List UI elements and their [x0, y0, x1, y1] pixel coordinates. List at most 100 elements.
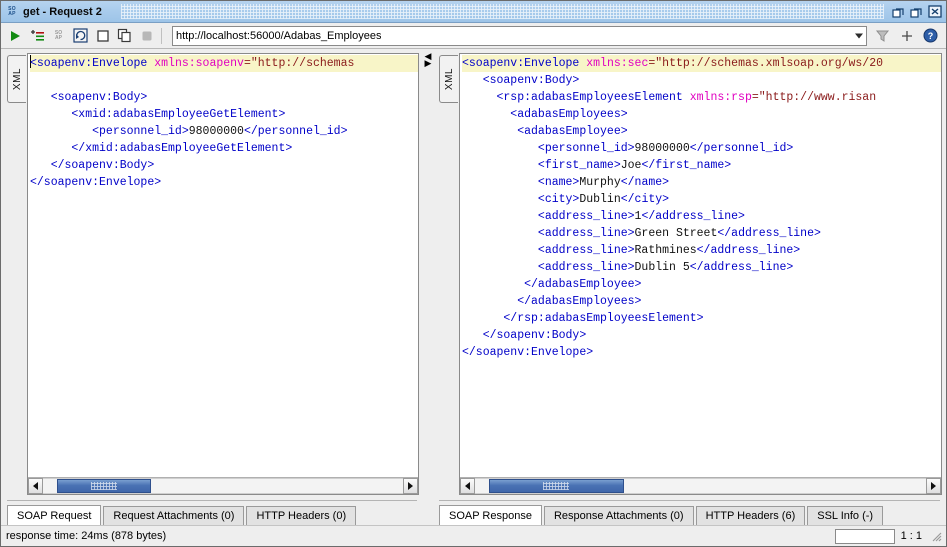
- code-token: </address_line>: [641, 210, 745, 223]
- code-token: <adabasEmployees>: [462, 108, 628, 121]
- code-token: Rathmines: [634, 244, 697, 257]
- help-button[interactable]: ?: [921, 26, 940, 45]
- code-line: </soapenv:Envelope>: [30, 174, 418, 191]
- tab-response-http-headers[interactable]: HTTP Headers (6): [695, 506, 806, 525]
- response-tab-bar: SOAP Response Response Attachments (0) HTT…: [439, 505, 940, 525]
- submit-request-button[interactable]: [5, 26, 24, 45]
- code-line: <name>Murphy</name>: [462, 174, 941, 191]
- code-token: ="http://www.risan: [751, 91, 877, 104]
- response-editor-row: <soapenv:Envelope xmlns:sec="http://sche…: [460, 54, 941, 477]
- clone-request-button[interactable]: [115, 26, 134, 45]
- tab-response-attachments[interactable]: Response Attachments (0): [543, 506, 694, 525]
- maximize-button[interactable]: [909, 5, 924, 19]
- code-token: </xmid:adabasEmployeeGetElement>: [30, 142, 293, 155]
- tab-request-http-headers[interactable]: HTTP Headers (0): [246, 506, 357, 525]
- code-token: ="http://schemas.xmlsoap.org/ws/20: [648, 57, 883, 70]
- code-token: Green Street: [634, 227, 718, 240]
- splitter-collapse-right-icon[interactable]: ▶: [425, 59, 432, 68]
- code-token: </name>: [620, 176, 670, 189]
- endpoint-url-combo[interactable]: http://localhost:56000/Adabas_Employees: [172, 25, 867, 46]
- code-token: 98000000: [634, 142, 690, 155]
- request-xml-content[interactable]: <soapenv:Envelope xmlns:soapenv="http://…: [28, 54, 418, 477]
- code-line: <soapenv:Envelope xmlns:soapenv="http://…: [30, 55, 418, 72]
- code-token: </personnel_id>: [243, 125, 348, 138]
- code-token: Murphy: [579, 176, 621, 189]
- cancel-button[interactable]: [137, 26, 156, 45]
- code-line: <address_line>Dublin 5</address_line>: [462, 259, 941, 276]
- response-xml-content[interactable]: <soapenv:Envelope xmlns:sec="http://sche…: [460, 54, 941, 477]
- code-token: ="http://schemas: [243, 57, 355, 70]
- code-token: <address_line>: [462, 210, 635, 223]
- request-horizontal-scrollbar[interactable]: [28, 477, 418, 494]
- plus-icon[interactable]: [897, 26, 916, 45]
- code-line: </soapenv:Body>: [462, 327, 941, 344]
- code-token: <city>: [462, 193, 580, 206]
- tab-request-attachments[interactable]: Request Attachments (0): [103, 506, 245, 525]
- code-line: <soapenv:Envelope xmlns:sec="http://sche…: [462, 55, 941, 72]
- code-token: <address_line>: [462, 261, 635, 274]
- response-xml-editor[interactable]: <soapenv:Envelope xmlns:sec="http://sche…: [459, 53, 942, 495]
- code-line: </adabasEmployee>: [462, 276, 941, 293]
- status-input-field[interactable]: [834, 528, 895, 544]
- code-token: <personnel_id>: [30, 125, 189, 138]
- restore-down-button[interactable]: [891, 5, 906, 19]
- code-token: <soapenv:Body>: [30, 91, 148, 104]
- create-empty-request-button[interactable]: SO AP: [49, 26, 68, 45]
- code-token: </rsp:adabasEmployeesElement>: [462, 312, 704, 325]
- window-title: get - Request 2: [23, 5, 102, 18]
- tab-soap-response[interactable]: SOAP Response: [439, 505, 542, 525]
- response-scroll-thumb[interactable]: [488, 479, 624, 493]
- chevron-down-icon[interactable]: [855, 33, 863, 38]
- code-token: xmlns:rsp: [689, 91, 752, 104]
- code-token: <soapenv:Body>: [462, 74, 580, 87]
- code-token: <personnel_id>: [462, 142, 635, 155]
- close-button[interactable]: [927, 5, 942, 19]
- response-tab-rule: [439, 500, 940, 501]
- response-horizontal-scrollbar[interactable]: [460, 477, 941, 494]
- code-token: </city>: [620, 193, 670, 206]
- one-way-button[interactable]: [93, 26, 112, 45]
- request-scroll-left-button[interactable]: [28, 478, 43, 494]
- tab-ssl-info[interactable]: SSL Info (-): [807, 506, 884, 525]
- code-token: <rsp:adabasEmployeesElement: [462, 91, 690, 104]
- add-to-testcase-button[interactable]: [27, 26, 46, 45]
- request-view-tabs: XML: [7, 53, 27, 495]
- request-scroll-thumb[interactable]: [57, 479, 151, 493]
- soapui-request-window: SO AP get - Request 2 SO AP http://local…: [0, 0, 947, 547]
- filter-button[interactable]: [873, 26, 892, 45]
- code-line: <personnel_id>98000000</personnel_id>: [462, 140, 941, 157]
- request-scroll-right-button[interactable]: [403, 478, 418, 494]
- code-line: <address_line>1</address_line>: [462, 208, 941, 225]
- tab-soap-request[interactable]: SOAP Request: [7, 505, 102, 525]
- pane-splitter[interactable]: ◀ ▶: [423, 49, 433, 525]
- response-scroll-left-button[interactable]: [460, 478, 475, 494]
- code-token: <adabasEmployee>: [462, 125, 628, 138]
- code-line: </soapenv:Body>: [30, 157, 418, 174]
- code-token: <soapenv:Envelope: [30, 57, 155, 70]
- request-scroll-track[interactable]: [43, 478, 403, 494]
- code-token: </address_line>: [696, 244, 801, 257]
- code-line: </soapenv:Envelope>: [462, 344, 941, 361]
- code-token: <first_name>: [462, 159, 621, 172]
- code-line: </rsp:adabasEmployeesElement>: [462, 310, 941, 327]
- code-token: </adabasEmployees>: [462, 295, 642, 308]
- endpoint-url-value[interactable]: http://localhost:56000/Adabas_Employees: [173, 30, 381, 42]
- response-scroll-track[interactable]: [475, 478, 926, 494]
- code-line: <rsp:adabasEmployeesElement xmlns:rsp="h…: [462, 89, 941, 106]
- request-pane: XML <soapenv:Envelope xmlns:soapenv="htt…: [1, 49, 423, 525]
- request-xml-view-tab[interactable]: XML: [7, 55, 26, 103]
- soap-icon: SO AP: [8, 5, 16, 17]
- window-resize-grip[interactable]: [930, 530, 942, 542]
- code-line: <soapenv:Body>: [30, 89, 418, 106]
- code-token: xmlns:sec: [586, 57, 649, 70]
- refresh-box-icon[interactable]: [71, 26, 90, 45]
- code-token: <name>: [462, 176, 580, 189]
- window-title-bar[interactable]: SO AP get - Request 2: [1, 1, 946, 23]
- toolbar-separator: [161, 27, 162, 44]
- toolbar-right-group: ?: [873, 26, 942, 45]
- code-token: </soapenv:Body>: [462, 329, 587, 342]
- response-scroll-right-button[interactable]: [926, 478, 941, 494]
- request-xml-editor[interactable]: <soapenv:Envelope xmlns:soapenv="http://…: [27, 53, 419, 495]
- response-xml-view-tab[interactable]: XML: [439, 55, 458, 103]
